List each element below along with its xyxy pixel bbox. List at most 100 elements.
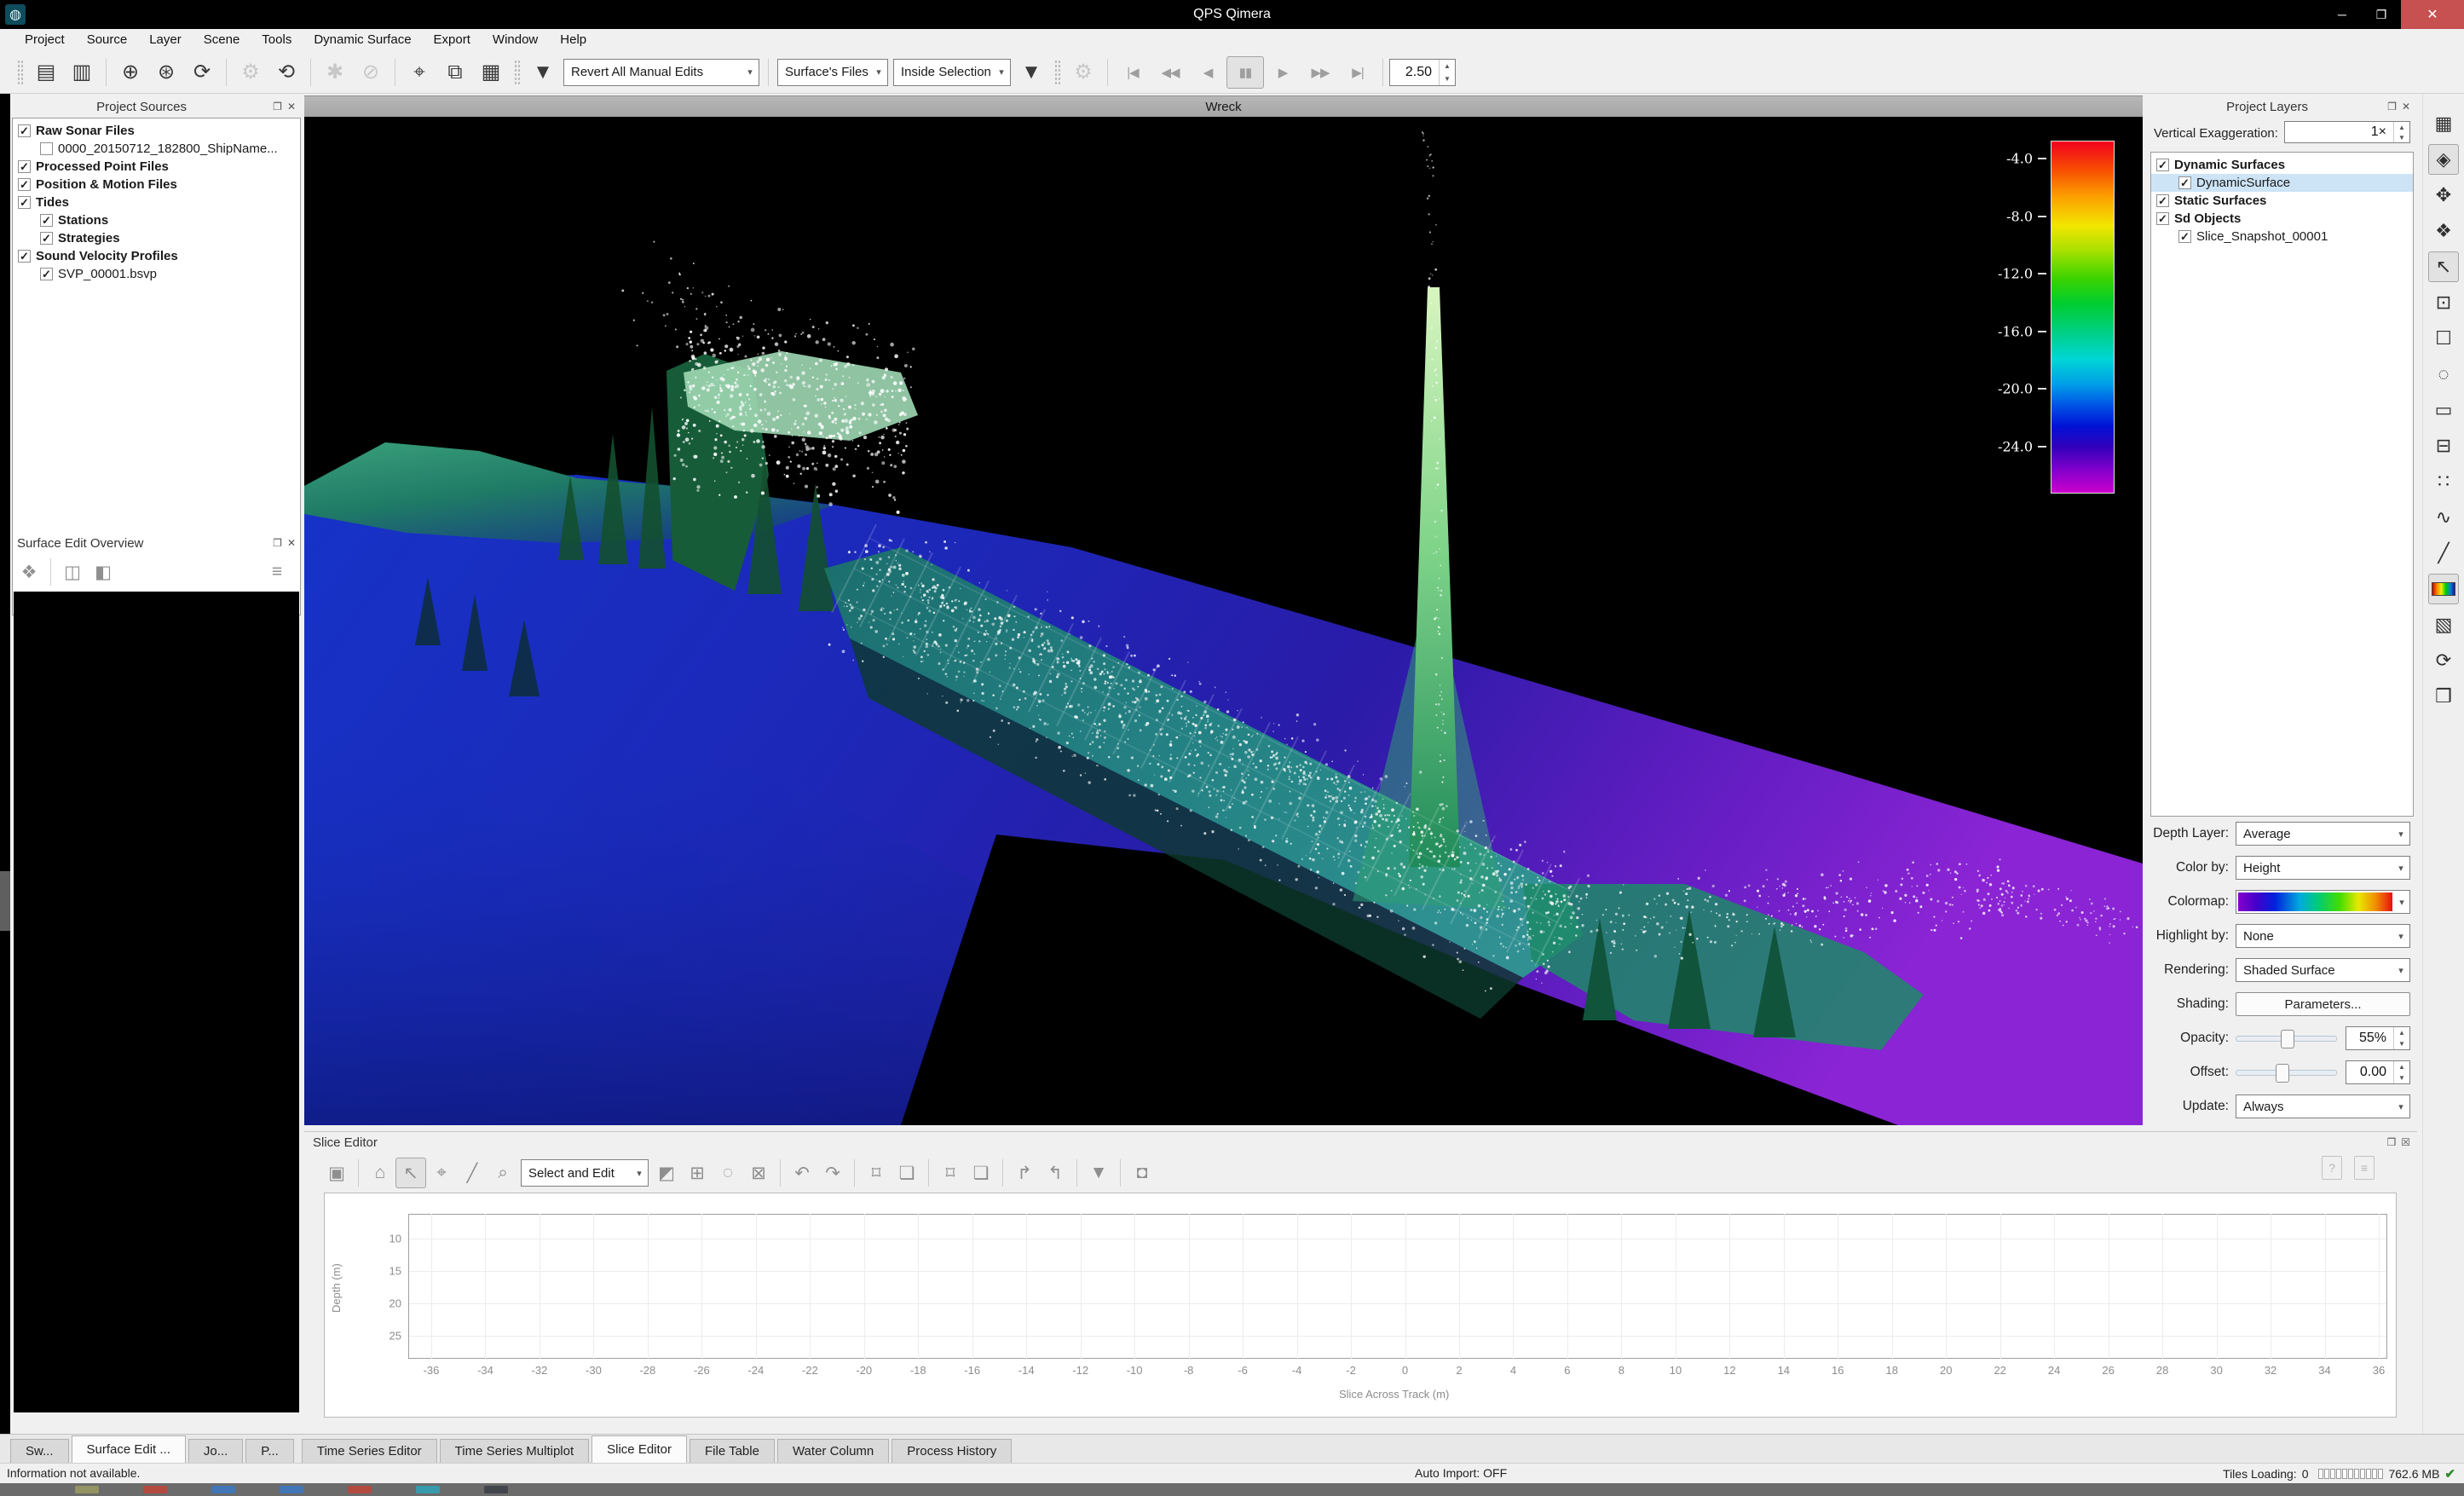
undo-icon[interactable]: ↶ — [787, 1158, 817, 1188]
tab-p[interactable]: P... — [245, 1439, 294, 1463]
collapsed-dock-tab[interactable] — [0, 871, 10, 931]
add-rect-selection-icon[interactable]: ⊞ — [682, 1158, 713, 1188]
accept-points-icon[interactable]: ⌑ — [935, 1158, 966, 1188]
accept-window-icon[interactable]: ❏ — [966, 1158, 996, 1188]
tree-item-stations[interactable]: ✓Stations — [13, 211, 300, 229]
restore-button[interactable]: ❐ — [2362, 0, 2401, 29]
slice-box-icon[interactable]: ▭ — [2428, 395, 2459, 425]
playback-rate-spin[interactable]: 2.50▲▼ — [1389, 59, 1456, 86]
checkbox[interactable]: ✓ — [2156, 194, 2169, 207]
edit-grid-icon[interactable]: ▦ — [473, 55, 509, 90]
snapshot-camera-icon[interactable]: ◘ — [1127, 1158, 1157, 1188]
panel-menu-icon[interactable]: ≡ — [262, 557, 292, 587]
play-button[interactable]: ▶ — [1264, 56, 1301, 89]
tree-item-tides[interactable]: ✓Tides — [13, 193, 300, 211]
help-icon[interactable]: ? — [2322, 1156, 2342, 1180]
add-raw-sonar-files-icon[interactable]: ⊕ — [113, 55, 148, 90]
tab-slice-editor[interactable]: Slice Editor — [591, 1435, 687, 1463]
close-panel-icon[interactable]: ✕ — [2402, 101, 2410, 113]
skip-to-end-button[interactable]: ▶| — [1339, 56, 1376, 89]
spin-down-icon[interactable]: ▼ — [2394, 1072, 2409, 1083]
colormap-combo[interactable]: ▾ — [2236, 890, 2410, 914]
checkbox[interactable] — [40, 142, 53, 155]
checkbox[interactable]: ✓ — [18, 196, 31, 209]
tree-item-position-motion-files[interactable]: ✓Position & Motion Files — [13, 176, 300, 193]
checkbox[interactable]: ✓ — [2178, 176, 2191, 189]
select-points-icon[interactable]: ⊡ — [2428, 287, 2459, 318]
checkbox[interactable]: ✓ — [18, 178, 31, 191]
checkbox[interactable]: ✓ — [2178, 230, 2191, 243]
scene-3d-viewport[interactable]: -4.0-8.0-12.0-16.0-20.0-24.0 — [304, 117, 2143, 1125]
slice-mode-combo[interactable]: Select and Edit▾ — [521, 1159, 649, 1187]
tree-item-0000-20150712-182800-shipname[interactable]: 0000_20150712_182800_ShipName... — [13, 140, 300, 158]
spin-down-icon[interactable]: ▼ — [1440, 72, 1455, 85]
slice-chart[interactable]: -36-34-32-30-28-26-24-22-20-18-16-14-12-… — [324, 1193, 2397, 1418]
close-panel-icon[interactable]: ✕ — [287, 101, 296, 113]
menu-tools[interactable]: Tools — [251, 29, 303, 51]
skip-to-start-button[interactable]: |◀ — [1114, 56, 1151, 89]
pick-point-icon[interactable]: ⌖ — [426, 1158, 457, 1188]
plot-area[interactable] — [408, 1214, 2387, 1359]
spin-up-icon[interactable]: ▲ — [1440, 60, 1455, 72]
rewind-button[interactable]: ◀◀ — [1151, 56, 1189, 89]
shading-parameters-button[interactable]: Parameters... — [2236, 992, 2410, 1016]
cursor-icon[interactable]: ↖ — [395, 1158, 426, 1188]
depth-layer-combo[interactable]: Average▾ — [2236, 822, 2410, 846]
select-cursor-icon[interactable]: ↖ — [2428, 251, 2459, 282]
offset-slider-spin[interactable]: 0.00▲▼ — [2346, 1060, 2410, 1084]
profile-tool-icon[interactable]: ∿ — [2428, 502, 2459, 533]
menu-export[interactable]: Export — [423, 29, 482, 51]
filter-refresh-icon[interactable]: ▼ — [1013, 55, 1049, 90]
tree-item-strategies[interactable]: ✓Strategies — [13, 229, 300, 247]
spin-up-icon[interactable]: ▲ — [2394, 1061, 2409, 1072]
reject-window-icon[interactable]: ❏ — [892, 1158, 922, 1188]
checkbox[interactable]: ✓ — [40, 268, 53, 280]
spin-down-icon[interactable]: ▼ — [2394, 1038, 2409, 1049]
selection-scope-combo[interactable]: Inside Selection▾ — [893, 59, 1011, 86]
spin-up-icon[interactable]: ▲ — [2394, 122, 2409, 132]
tree-item-dynamicsurface[interactable]: ✓DynamicSurface — [2151, 174, 2413, 192]
surface-edit-overview-canvas[interactable] — [14, 592, 299, 1412]
edit-3d-points-icon[interactable]: ⌖ — [401, 55, 437, 90]
opacity-slider-spin[interactable]: 55%▲▼ — [2346, 1026, 2410, 1050]
create-project-icon[interactable]: ▤ — [28, 55, 64, 90]
tab-sw[interactable]: Sw... — [10, 1439, 69, 1463]
slice-filter-icon[interactable]: ▼ — [1083, 1158, 1114, 1188]
menu-window[interactable]: Window — [482, 29, 549, 51]
tree-item-slice-snapshot-00001[interactable]: ✓Slice_Snapshot_00001 — [2151, 228, 2413, 245]
checkbox[interactable]: ✓ — [18, 124, 31, 137]
slider-thumb[interactable] — [2281, 1030, 2294, 1048]
zoom-extents-2d-icon[interactable]: ✥ — [2428, 180, 2459, 211]
pause-button[interactable]: ▮▮ — [1226, 56, 1264, 89]
grid-table-icon[interactable]: ▦ — [2428, 108, 2459, 139]
select-lasso-icon[interactable]: ◌ — [2428, 359, 2459, 390]
float-panel-icon[interactable]: ❐ — [2386, 1136, 2396, 1148]
tab-water-column[interactable]: Water Column — [777, 1439, 889, 1463]
revert-edits-combo[interactable]: Revert All Manual Edits▾ — [563, 59, 759, 86]
next-slice-icon[interactable]: ↱ — [1009, 1158, 1040, 1188]
checkbox[interactable]: ✓ — [2156, 212, 2169, 225]
menu-help[interactable]: Help — [549, 29, 597, 51]
scatter-select-icon[interactable]: ∷ — [2428, 466, 2459, 497]
step-back-button[interactable]: ◀ — [1189, 56, 1226, 89]
add-processed-point-files-icon[interactable]: ⊛ — [148, 55, 184, 90]
measure-tool-icon[interactable]: ╱ — [2428, 538, 2459, 569]
subtract-rect-selection-icon[interactable]: ⊠ — [743, 1158, 774, 1188]
tree-item-raw-sonar-files[interactable]: ✓Raw Sonar Files — [13, 122, 300, 140]
tab-jo[interactable]: Jo... — [188, 1439, 243, 1463]
highlight-by-combo[interactable]: None▾ — [2236, 924, 2410, 948]
tree-item-dynamic-surfaces[interactable]: ✓Dynamic Surfaces — [2151, 156, 2413, 174]
minimize-button[interactable]: ─ — [2323, 0, 2362, 29]
reject-points-icon[interactable]: ⌑ — [861, 1158, 892, 1188]
select-rectangle-icon[interactable]: ☐ — [2428, 323, 2459, 354]
menu-dynamic-surface[interactable]: Dynamic Surface — [303, 29, 422, 51]
checkbox[interactable]: ✓ — [40, 214, 53, 227]
close-panel-icon[interactable]: ✕ — [287, 537, 296, 549]
update-combo[interactable]: Always▾ — [2236, 1095, 2410, 1118]
float-panel-icon[interactable]: ❐ — [2387, 101, 2397, 113]
checkbox[interactable]: ✓ — [18, 250, 31, 263]
edit-swath-icon[interactable]: ⧉ — [437, 55, 473, 90]
spin-up-icon[interactable]: ▲ — [2394, 1027, 2409, 1038]
home-view-icon[interactable]: ⌂ — [365, 1158, 395, 1188]
previous-slice-icon[interactable]: ↰ — [1040, 1158, 1070, 1188]
